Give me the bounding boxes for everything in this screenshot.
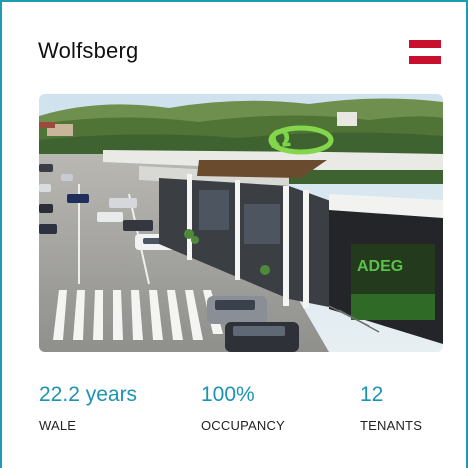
adeg-sign: ADEG xyxy=(357,258,403,275)
property-title: Wolfsberg xyxy=(38,38,139,63)
austria-flag-icon xyxy=(409,40,441,64)
stat-tenants: 12 TENANTS xyxy=(360,382,422,433)
stats-row: 22.2 years WALE 100% OCCUPANCY 12 TENANT… xyxy=(39,382,443,442)
stat-label: OCCUPANCY xyxy=(201,418,285,433)
stat-wale: 22.2 years WALE xyxy=(39,382,137,433)
stat-value: 12 xyxy=(360,383,384,406)
property-card: Wolfsberg Ω ADEG 22.2 years WALE 100% OC… xyxy=(0,0,468,468)
stat-label: TENANTS xyxy=(360,418,423,433)
stat-value: 22.2 years xyxy=(39,383,138,406)
stat-value: 100% xyxy=(201,383,255,406)
stat-occupancy: 100% OCCUPANCY xyxy=(201,382,285,433)
property-photo: Ω ADEG xyxy=(39,94,443,352)
stat-label: WALE xyxy=(39,418,77,433)
